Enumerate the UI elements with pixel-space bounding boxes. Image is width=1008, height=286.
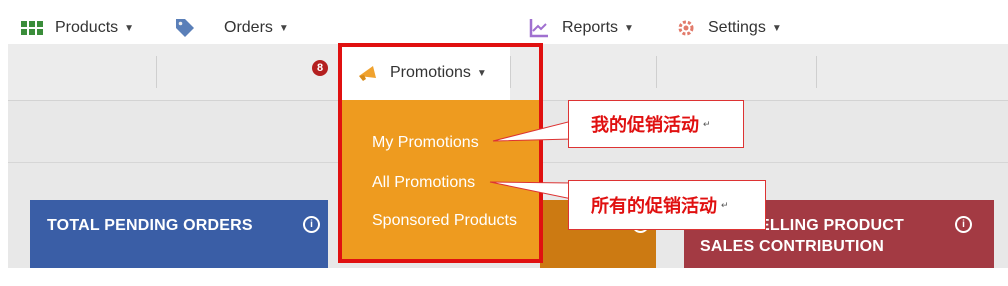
return-mark: ↵ — [721, 199, 729, 210]
callout-pointer-my-promotions — [492, 120, 573, 142]
return-mark: ↵ — [703, 118, 711, 129]
callout-pointers — [489, 120, 573, 200]
callout-all-promotions-text: 所有的促销活动 — [591, 196, 717, 216]
callout-pointer-all-promotions — [489, 181, 573, 200]
callout-my-promotions: 我的促销活动 ↵ — [568, 100, 744, 148]
callout-all-promotions: 所有的促销活动 ↵ — [568, 180, 766, 230]
callout-my-promotions-text: 我的促销活动 — [591, 115, 699, 135]
